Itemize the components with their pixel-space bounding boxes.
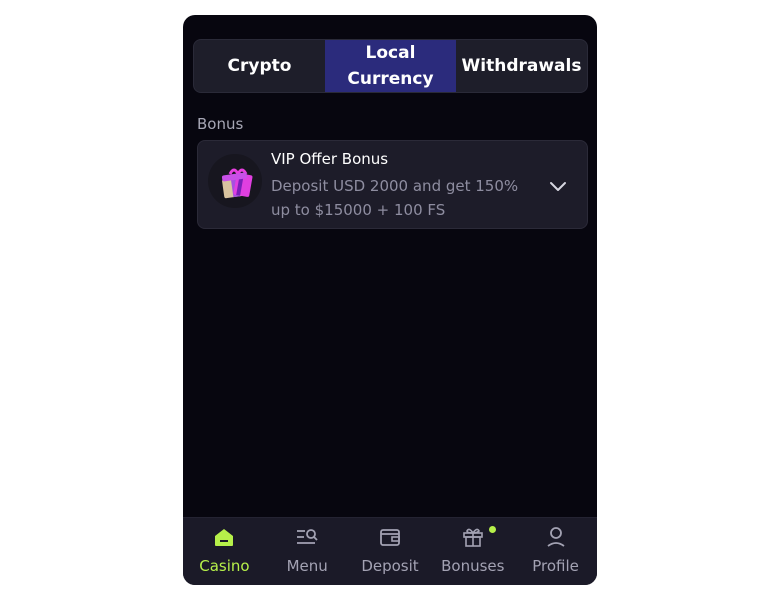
deposit-method-tabs: Crypto Local Currency Withdrawals bbox=[193, 39, 588, 93]
tab-label: Local Currency bbox=[347, 43, 434, 89]
wallet-icon bbox=[380, 529, 400, 546]
menu-search-icon bbox=[297, 529, 318, 544]
chevron-down-icon bbox=[550, 182, 566, 191]
notification-dot bbox=[489, 526, 497, 533]
gift-icon bbox=[462, 528, 483, 547]
nav-label: Deposit bbox=[361, 557, 419, 575]
bonus-section-label: Bonus bbox=[197, 115, 244, 133]
nav-profile[interactable]: Profile bbox=[514, 518, 597, 585]
nav-deposit[interactable]: Deposit bbox=[349, 518, 432, 585]
bonus-select[interactable]: VIP Offer Bonus Deposit USD 2000 and get… bbox=[197, 140, 588, 229]
user-icon bbox=[547, 527, 565, 547]
home-icon bbox=[215, 529, 234, 546]
nav-casino[interactable]: Casino bbox=[183, 518, 266, 585]
tab-label: Crypto bbox=[227, 56, 292, 76]
gift-icon bbox=[221, 168, 253, 199]
bonus-description: Deposit USD 2000 and get 150% up to $150… bbox=[271, 177, 519, 219]
bottom-navigation: Casino Menu Deposit Bonuses Profile bbox=[183, 517, 597, 585]
bonus-image bbox=[208, 154, 262, 208]
tab-label: Withdrawals bbox=[461, 56, 582, 76]
nav-menu[interactable]: Menu bbox=[266, 518, 349, 585]
nav-label: Menu bbox=[286, 557, 328, 575]
tab-crypto[interactable]: Crypto bbox=[194, 40, 325, 92]
app-screen: Crypto Local Currency Withdrawals Bonus … bbox=[183, 15, 597, 585]
nav-bonuses[interactable]: Bonuses bbox=[431, 518, 514, 585]
bonus-title: VIP Offer Bonus bbox=[271, 150, 389, 168]
tab-withdrawals[interactable]: Withdrawals bbox=[456, 40, 587, 92]
tab-local-currency[interactable]: Local Currency bbox=[325, 40, 456, 92]
nav-label: Casino bbox=[199, 557, 250, 575]
nav-label: Profile bbox=[532, 557, 579, 575]
nav-label: Bonuses bbox=[441, 557, 505, 575]
